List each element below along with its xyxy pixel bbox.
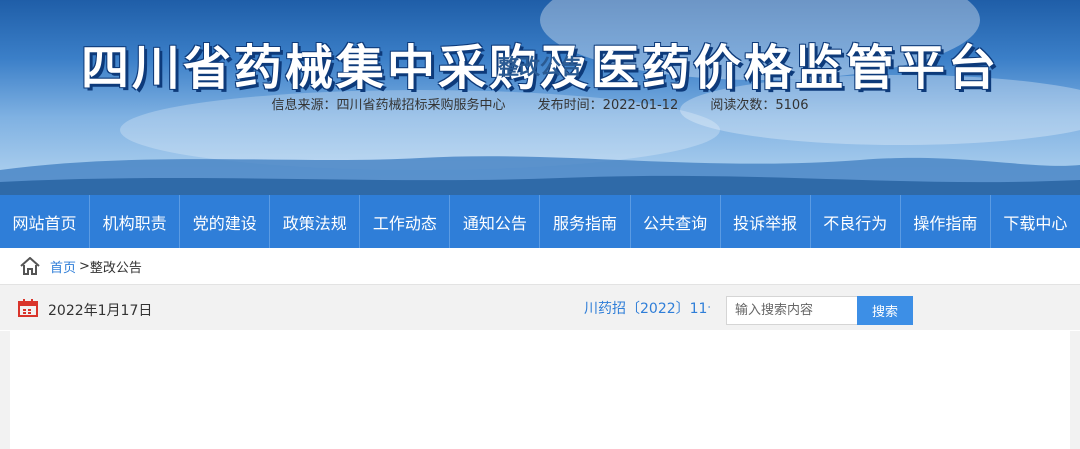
nav-item-guide[interactable]: 操作指南 [901,195,991,248]
article-title: 整改公告 [498,55,582,79]
article-publish-time: 发布时间：2022-01-12 [537,98,679,113]
nav-item-service[interactable]: 服务指南 [540,195,631,248]
main-nav: 网站首页 机构职责 党的建设 政策法规 工作动态 通知公告 服务指南 公共查询 … [0,195,1080,248]
search-input[interactable] [726,296,866,325]
nav-item-complaint[interactable]: 投诉举报 [721,195,811,248]
breadcrumb: 首页 > 整改公告 [0,248,1080,285]
article-panel [10,331,1070,449]
breadcrumb-current: 整改公告 [89,260,142,276]
article-source: 信息来源：四川省药械招标采购服务中心 [271,98,506,113]
article-read-count: 阅读次数：5106 [710,98,809,113]
nav-item-institution[interactable]: 机构职责 [90,195,181,248]
current-date: 2022年1月17日 [48,303,153,319]
nav-item-home[interactable]: 网站首页 [0,195,91,248]
breadcrumb-home-link[interactable]: 首页 [50,257,76,276]
search-button[interactable]: 搜索 [857,296,913,325]
breadcrumb-separator: > [79,258,90,274]
news-ticker-link[interactable]: 川药招〔2022〕11号 [584,298,710,318]
home-icon [20,257,40,275]
nav-item-party[interactable]: 党的建设 [180,195,271,248]
article-meta: 信息来源：四川省药械招标采购服务中心 发布时间：2022-01-12 阅读次数：… [0,94,1080,113]
info-bar: 2022年1月17日 川药招〔2022〕11号 搜索 [0,285,1080,330]
nav-item-news[interactable]: 工作动态 [360,195,451,248]
article-area [0,331,1080,449]
nav-item-notices[interactable]: 通知公告 [450,195,541,248]
nav-item-misconduct[interactable]: 不良行为 [811,195,901,248]
nav-item-download[interactable]: 下载中心 [991,195,1080,248]
nav-item-query[interactable]: 公共查询 [631,195,721,248]
calendar-icon [18,299,38,317]
nav-item-policy[interactable]: 政策法规 [270,195,361,248]
